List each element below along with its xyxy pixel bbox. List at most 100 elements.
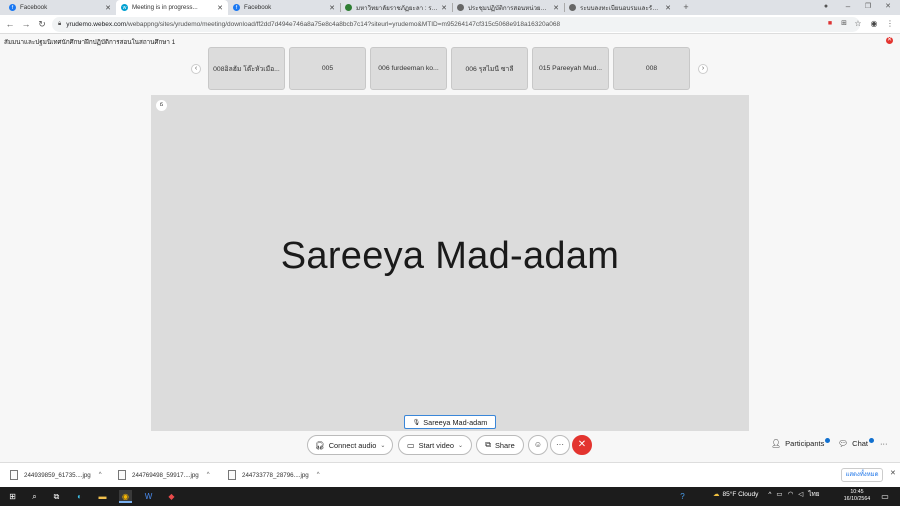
panel-overflow-button[interactable]: ··· xyxy=(880,439,888,448)
window-close-icon[interactable]: ✕ xyxy=(882,1,894,13)
tab-workshop[interactable]: ประชุมปฏิบัติการสอนหน่วยวิทยาการ โครง...… xyxy=(452,0,564,15)
thumbnail-name: 006 furdeeman ko... xyxy=(378,65,439,72)
search-icon[interactable]: ⌕ xyxy=(28,490,41,503)
notification-icon[interactable]: ▭ xyxy=(878,490,892,503)
chevron-up-icon[interactable]: ^ xyxy=(99,472,102,478)
download-filename: 244733778_28796....jpg xyxy=(242,471,309,479)
microphone-icon: 🎙︎ xyxy=(412,419,421,426)
close-tab-icon[interactable]: ✕ xyxy=(329,4,335,12)
downloads-bar: 244939859_61735....jpg ^ 244769498_59917… xyxy=(0,462,900,487)
profile-menu-icon[interactable]: ● xyxy=(820,1,832,13)
participants-label: Participants xyxy=(785,439,825,448)
bookmark-star-icon[interactable]: ☆ xyxy=(852,18,864,30)
address-bar[interactable]: 🔒︎ yrudemo.webex.com /webappng/sites/yru… xyxy=(52,17,860,32)
tab-meeting[interactable]: w Meeting is in progress... ✕ xyxy=(116,0,228,15)
url-path: /webappng/sites/yrudemo/meeting/download… xyxy=(126,21,561,28)
browser-menu-icon[interactable]: ⋮ xyxy=(884,18,896,30)
image-file-icon xyxy=(228,470,236,480)
active-speaker-stage: ธ Sareeya Mad-adam xyxy=(151,95,749,431)
chevron-up-icon[interactable]: ^ xyxy=(207,472,210,478)
facebook-icon: f xyxy=(233,4,240,11)
close-tab-icon[interactable]: ✕ xyxy=(105,4,111,12)
more-options-button[interactable]: ··· xyxy=(550,435,570,455)
thumbnail-prev-button[interactable]: ‹ xyxy=(191,64,201,74)
system-clock[interactable]: 10:45 16/10/2564 xyxy=(843,489,871,503)
tab-facebook-2[interactable]: f Facebook ✕ xyxy=(228,0,340,15)
tray-chevron-icon[interactable]: ^ xyxy=(768,491,771,498)
new-tab-button[interactable]: + xyxy=(680,1,692,13)
university-icon xyxy=(345,4,352,11)
weather-text[interactable]: 85°F Cloudy xyxy=(723,491,759,498)
avatar[interactable]: ◉ xyxy=(868,18,880,30)
participant-thumbnail[interactable]: 015 Pareeyah Mud... xyxy=(532,47,609,90)
chevron-up-icon[interactable]: ^ xyxy=(317,472,320,478)
back-icon[interactable]: ← xyxy=(4,18,16,30)
thumbnail-name: 006 รุสไมนี ซาลี xyxy=(465,66,514,73)
name-tag-label: Sareeya Mad-adam xyxy=(423,417,488,427)
facebook-icon: f xyxy=(9,4,16,11)
chrome-browser-icon[interactable]: ◉ xyxy=(119,490,132,503)
participants-icon: 👤︎ xyxy=(771,439,782,448)
reload-icon[interactable]: ↻ xyxy=(36,18,48,30)
webex-app-icon[interactable]: ◆ xyxy=(165,490,178,503)
tab-title: Facebook xyxy=(20,4,48,11)
download-item[interactable]: 244769498_59917....jpg ^ xyxy=(118,469,210,481)
language-indicator[interactable]: ไทย xyxy=(808,489,819,499)
active-speaker-name: Sareeya Mad-adam xyxy=(280,235,620,277)
download-item[interactable]: 244733778_28796....jpg ^ xyxy=(228,469,320,481)
edge-browser-icon[interactable]: ◐ xyxy=(73,490,86,503)
participants-button[interactable]: 👤︎ Participants xyxy=(771,437,831,448)
chat-button[interactable]: 💬︎ Chat xyxy=(838,437,874,448)
close-downloads-icon[interactable]: ✕ xyxy=(890,469,896,477)
chat-label: Chat xyxy=(852,439,868,448)
help-icon[interactable]: ? xyxy=(676,490,689,503)
minimize-icon[interactable]: – xyxy=(842,1,854,13)
meeting-window: สัมมนาและปฐมนิเทศนักศึกษาฝึกปฏิบัติการสอ… xyxy=(0,34,900,462)
close-tab-icon[interactable]: ✕ xyxy=(217,4,223,12)
start-video-label: Start video xyxy=(418,440,454,450)
download-item[interactable]: 244939859_61735....jpg ^ xyxy=(10,469,102,481)
tab-university[interactable]: มหาวิทยาลัยราชภัฏยะลา : ระบบสอบฯ... ✕ xyxy=(340,0,452,15)
restore-icon[interactable]: ❐ xyxy=(862,1,874,13)
connect-audio-button[interactable]: 🎧︎ Connect audio ⌄ xyxy=(307,435,393,455)
thumbnail-name: 015 Pareeyah Mud... xyxy=(538,65,603,72)
close-tab-icon[interactable]: ✕ xyxy=(553,4,559,12)
download-filename: 244939859_61735....jpg xyxy=(24,471,91,479)
thumbnail-next-button[interactable]: › xyxy=(698,64,708,74)
reactions-button[interactable]: ☺ xyxy=(528,435,548,455)
task-view-icon[interactable]: ⧉ xyxy=(50,490,63,503)
tab-facebook-1[interactable]: f Facebook ✕ xyxy=(4,0,116,15)
share-label: Share xyxy=(494,440,515,450)
tab-registration[interactable]: ระบบลงทะเบียนอบรมและรับเกียรติบัตร... ✕ xyxy=(564,0,676,15)
close-tab-icon[interactable]: ✕ xyxy=(441,4,447,12)
participant-thumbnail[interactable]: 005 xyxy=(289,47,366,90)
word-app-icon[interactable]: W xyxy=(142,490,155,503)
volume-icon[interactable]: ◁ xyxy=(798,490,803,498)
windows-start-icon[interactable]: ⊞ xyxy=(6,490,19,503)
close-tab-icon[interactable]: ✕ xyxy=(665,4,671,12)
extension-icon[interactable]: ■ xyxy=(824,18,836,30)
system-tray: ☁ 85°F Cloudy ^ ▭ ◠ ◁ ไทย xyxy=(713,489,820,499)
show-all-downloads-button[interactable]: แสดงทั้งหมด xyxy=(841,468,883,482)
meeting-close-button[interactable]: ✕ xyxy=(886,37,893,44)
windows-taskbar: ⊞ ⌕ ⧉ ◐ ▬ ◉ W ◆ ? ☁ 85°F Cloudy ^ ▭ ◠ ◁ … xyxy=(0,487,900,506)
file-explorer-icon[interactable]: ▬ xyxy=(96,490,109,503)
wifi-icon[interactable]: ◠ xyxy=(788,490,794,498)
chevron-down-icon: ⌄ xyxy=(457,442,463,449)
participant-thumbnail[interactable]: 006 furdeeman ko... xyxy=(370,47,447,90)
clock-time: 10:45 xyxy=(850,489,864,495)
forward-icon[interactable]: → xyxy=(20,18,32,30)
network-icon[interactable]: ▭ xyxy=(776,490,782,498)
leave-meeting-button[interactable]: ✕ xyxy=(572,435,592,455)
participant-thumbnail[interactable]: 006 รุสไมนี ซาลี xyxy=(451,47,528,90)
lock-icon: 🔒︎ xyxy=(58,21,62,27)
translate-icon[interactable]: ⊞ xyxy=(838,18,850,30)
participant-thumbnail[interactable]: 008อิลฮัม โต๊ะหัวเมือ... xyxy=(208,47,285,90)
participants-notification-dot xyxy=(825,437,831,443)
participant-thumbnail[interactable]: 008 xyxy=(613,47,690,90)
start-video-button[interactable]: ▭ Start video ⌄ xyxy=(398,435,472,455)
tab-title: ระบบลงทะเบียนอบรมและรับเกียรติบัตร... xyxy=(580,4,662,12)
share-button[interactable]: ⧉ Share xyxy=(476,435,524,455)
tab-title: Meeting is in progress... xyxy=(132,4,198,11)
clock-date: 16/10/2564 xyxy=(843,496,871,502)
